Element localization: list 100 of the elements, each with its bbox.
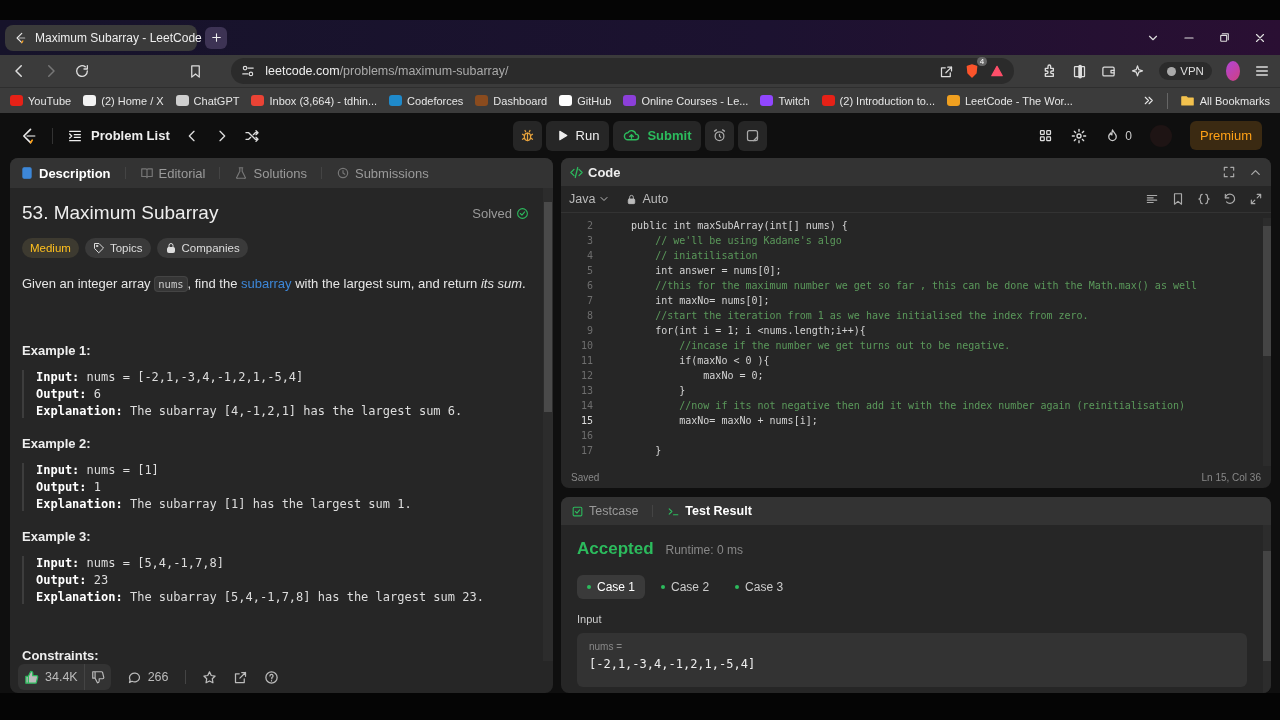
line-number: 16 bbox=[579, 430, 593, 441]
bookmark-link[interactable]: ChatGPT bbox=[175, 94, 240, 107]
problem-statement: Given an integer array nums , find the subarray with the largest sum, and return its sum. bbox=[22, 275, 527, 294]
notes-button[interactable] bbox=[738, 120, 768, 151]
bookmark-link[interactable]: Inbox (3,664) - tdhin... bbox=[251, 94, 378, 107]
code-line: if(maxNo < 0 ){ bbox=[678, 355, 770, 366]
code-comment: //this for the maximum number we get so far , this can be done with the Math.max() as well bbox=[654, 280, 1197, 291]
code-comment: //start the iteration from 1 as we have initialised the index from zero. bbox=[654, 310, 1089, 321]
subarray-link[interactable]: subarray bbox=[241, 276, 292, 291]
panel-tab[interactable]: Description bbox=[20, 165, 111, 181]
case-tab[interactable]: Case 1 bbox=[577, 575, 646, 599]
fullscreen-icon[interactable] bbox=[1222, 164, 1236, 179]
example-line: Output: 1 bbox=[36, 480, 103, 495]
code-line: int maxNo= nums[0]; bbox=[654, 295, 770, 306]
example-heading: Example 2: bbox=[22, 436, 92, 452]
premium-button[interactable]: Premium bbox=[1190, 121, 1262, 150]
notification-badge: 4 bbox=[976, 57, 988, 66]
line-number: 9 bbox=[585, 325, 593, 336]
bookmark-link[interactable]: Twitch bbox=[760, 94, 810, 107]
line-number: 14 bbox=[579, 400, 593, 411]
scrollbar[interactable] bbox=[1263, 218, 1271, 466]
bookmark-link[interactable]: (2) Home / X bbox=[83, 94, 164, 107]
panel-tab[interactable]: Testcase bbox=[571, 504, 639, 518]
panel-tab[interactable]: Editorial bbox=[139, 165, 206, 181]
panel-tab[interactable]: Submissions bbox=[335, 165, 429, 181]
lock-icon bbox=[626, 193, 638, 205]
reset-icon[interactable] bbox=[1223, 192, 1237, 206]
timer-button[interactable] bbox=[705, 120, 735, 151]
history-icon bbox=[335, 166, 350, 180]
checkbox-icon bbox=[571, 504, 584, 518]
bookmark-link[interactable]: (2) Introduction to... bbox=[821, 94, 935, 107]
new-tab-button[interactable] bbox=[205, 26, 227, 49]
site-settings-icon[interactable] bbox=[241, 64, 256, 78]
expand-icon[interactable] bbox=[1249, 192, 1263, 206]
problem-title: 53. Maximum Subarray bbox=[22, 202, 219, 224]
sparkle-icon[interactable] bbox=[1130, 63, 1146, 79]
vpn-button[interactable]: VPN bbox=[1159, 62, 1212, 80]
share-icon[interactable] bbox=[939, 63, 955, 79]
scrollbar[interactable] bbox=[543, 188, 553, 661]
line-number: 4 bbox=[585, 250, 593, 261]
verdict: Accepted bbox=[577, 539, 654, 559]
example-line: Explanation: The subarray [5,4,-1,7,8] has the largest sum 23. bbox=[36, 590, 485, 605]
bookmark-link[interactable]: LeetCode - The Wor... bbox=[947, 94, 1073, 107]
mode-label: Auto bbox=[626, 192, 669, 206]
shuffle-icon[interactable] bbox=[243, 127, 260, 144]
bookmark-link[interactable]: Codeforces bbox=[389, 94, 464, 107]
run-button[interactable]: Run bbox=[545, 120, 610, 151]
submit-button[interactable]: Submit bbox=[613, 120, 702, 151]
bookmark-link[interactable]: Dashboard bbox=[475, 94, 548, 107]
profile-avatar[interactable] bbox=[1225, 61, 1240, 81]
example-heading: Example 1: bbox=[22, 343, 92, 359]
code-line: int answer = nums[0]; bbox=[654, 265, 782, 276]
format-icon[interactable] bbox=[1145, 192, 1159, 206]
book-icon bbox=[139, 166, 154, 180]
panel-title: Code bbox=[588, 164, 621, 180]
settings-icon[interactable] bbox=[1071, 127, 1088, 144]
star-icon[interactable] bbox=[201, 669, 217, 685]
braces-icon[interactable] bbox=[1197, 192, 1211, 206]
scrollbar[interactable] bbox=[1263, 525, 1271, 693]
panel-tab[interactable]: Solutions bbox=[234, 165, 307, 181]
line-number: 2 bbox=[585, 220, 593, 231]
thumbs-down-icon bbox=[90, 670, 105, 684]
example-line: Output: 23 bbox=[36, 573, 110, 588]
line-number: 3 bbox=[585, 235, 593, 246]
problem-list-link[interactable]: Problem List bbox=[67, 127, 170, 144]
help-icon[interactable] bbox=[263, 669, 279, 685]
debug-button[interactable] bbox=[512, 120, 542, 151]
code-line: } bbox=[654, 445, 662, 456]
bookmark-link[interactable]: YouTube bbox=[10, 94, 72, 107]
language-dropdown[interactable]: Java bbox=[569, 192, 611, 206]
panel-tab[interactable]: Test Result bbox=[667, 504, 752, 518]
line-number: 7 bbox=[585, 295, 593, 306]
menu-icon[interactable] bbox=[1254, 63, 1270, 79]
restore-icon[interactable] bbox=[1218, 31, 1231, 44]
all-bookmarks-link[interactable]: All Bookmarks bbox=[1179, 93, 1270, 108]
grid-icon[interactable] bbox=[1038, 128, 1054, 143]
bookmark-icon[interactable] bbox=[1171, 192, 1185, 206]
triangle-icon[interactable] bbox=[990, 64, 1005, 78]
case-tab[interactable]: Case 2 bbox=[651, 575, 720, 599]
share-icon[interactable] bbox=[232, 669, 248, 685]
wallet-icon[interactable] bbox=[1101, 63, 1117, 79]
companies-button[interactable]: Companies bbox=[156, 238, 248, 258]
case-tab[interactable]: Case 3 bbox=[725, 575, 794, 599]
reload-icon[interactable] bbox=[74, 63, 90, 79]
topics-button[interactable]: Topics bbox=[84, 238, 151, 258]
solved-status: Solved bbox=[472, 205, 529, 221]
line-number: 5 bbox=[585, 265, 593, 276]
bookmark-link[interactable]: Online Courses - Le... bbox=[623, 94, 749, 107]
code-line: public int maxSubArray(int[] nums) { bbox=[630, 220, 848, 231]
streak-counter[interactable]: 0 bbox=[1105, 128, 1132, 143]
sidebar-icon[interactable] bbox=[1072, 63, 1088, 79]
cursor-position: Ln 15, Col 36 bbox=[1201, 471, 1261, 483]
variable-name: nums = bbox=[589, 641, 624, 652]
comments-button[interactable]: 266 bbox=[126, 669, 169, 685]
code-comment: //now if its not negative then add it with the index number again (reinitialisation) bbox=[678, 400, 1185, 411]
line-number: 15 bbox=[579, 415, 593, 426]
bookmark-link[interactable]: GitHub bbox=[559, 94, 612, 107]
line-number: 17 bbox=[579, 445, 593, 456]
address-bar[interactable]: leetcode.com/problems/maximum-subarray/ 4 bbox=[231, 58, 1015, 84]
code-comment: //incase if the number we get turns out to be negative. bbox=[678, 340, 1011, 351]
